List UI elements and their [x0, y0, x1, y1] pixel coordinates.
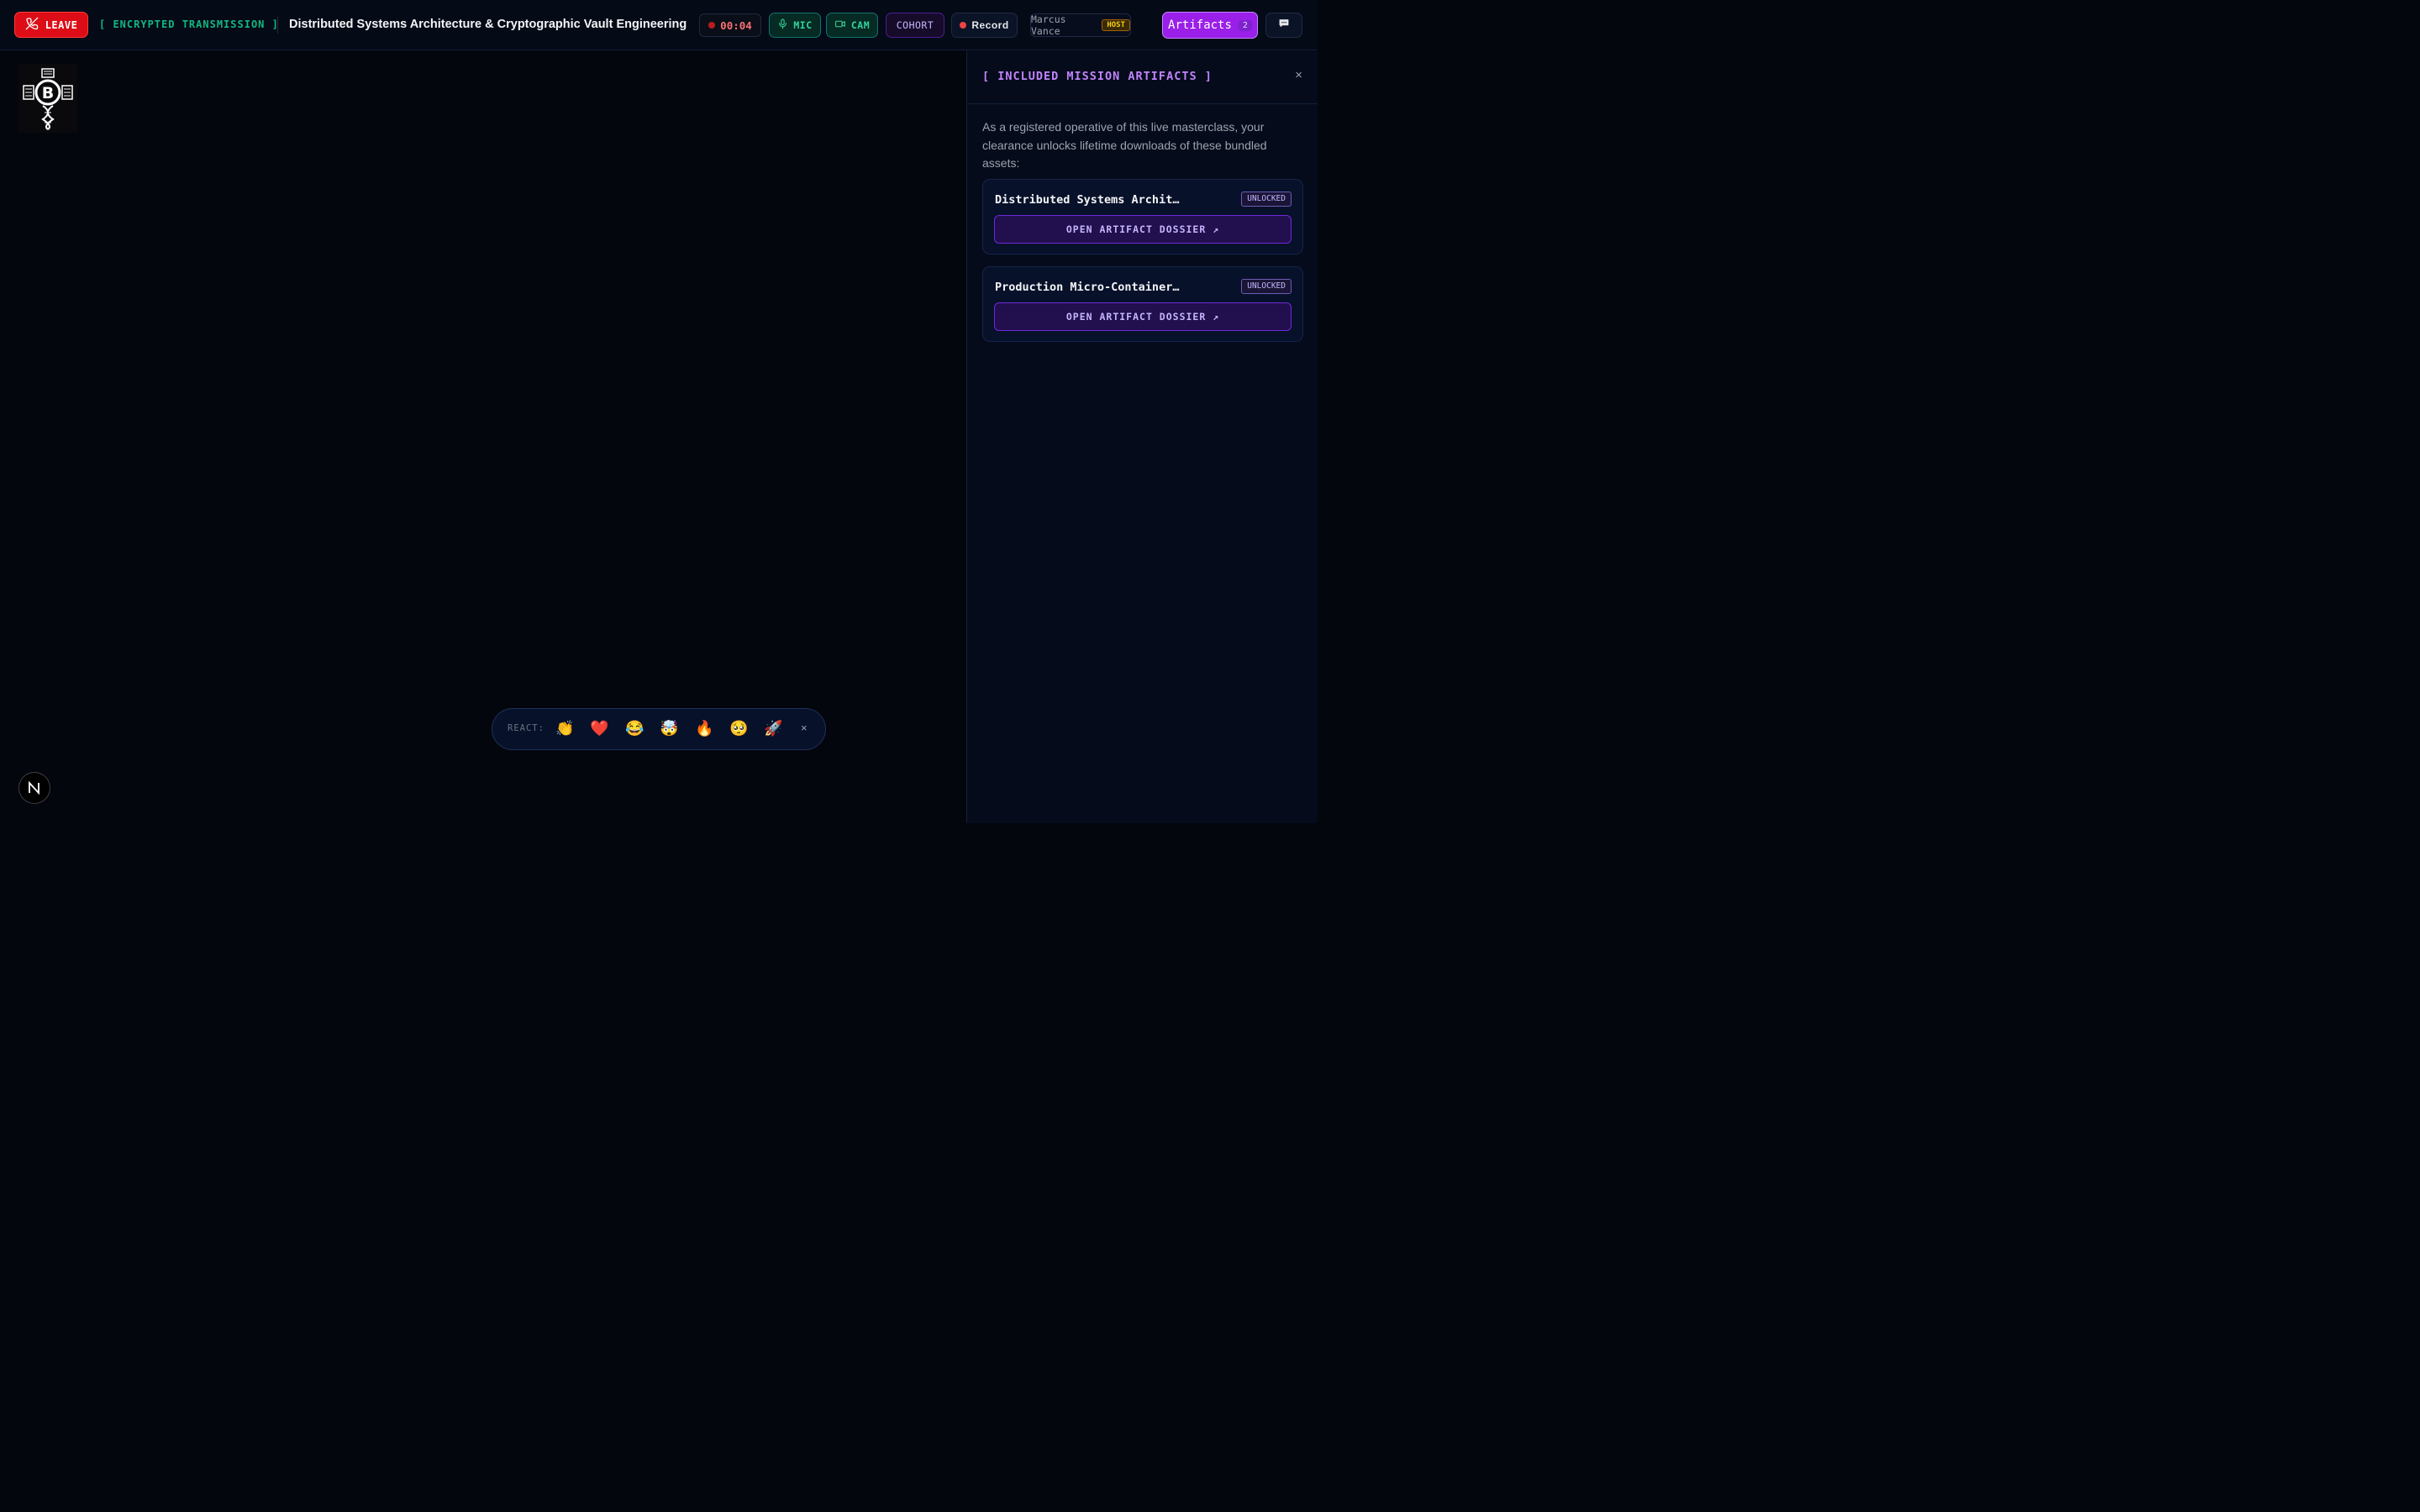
camera-toggle-button[interactable]: CAM	[826, 13, 878, 38]
camera-label: CAM	[850, 19, 871, 31]
timer-value: 00:04	[720, 18, 752, 32]
panel-title: [ INCLUDED MISSION ARTIFACTS ]	[982, 70, 1213, 83]
logo-emblem: B	[18, 64, 77, 133]
reaction-mind-blown[interactable]: 🤯	[660, 719, 678, 738]
artifacts-panel: [ INCLUDED MISSION ARTIFACTS ] × As a re…	[966, 51, 1318, 823]
host-indicator: Marcus Vance HOST	[1030, 13, 1131, 37]
close-reactions-icon[interactable]: ×	[801, 722, 808, 734]
artifact-status-badge: UNLOCKED	[1241, 192, 1292, 207]
open-artifact-button[interactable]: OPEN ARTIFACT DOSSIER ↗	[994, 215, 1292, 244]
panel-description: As a registered operative of this live m…	[982, 120, 1267, 170]
record-dot-icon	[960, 22, 967, 29]
artifact-card: Production Micro-Container… UNLOCKED OPE…	[982, 266, 1303, 342]
divider	[277, 17, 278, 34]
chat-button[interactable]	[1265, 13, 1302, 38]
reaction-rocket[interactable]: 🚀	[764, 719, 782, 738]
artifacts-count-badge: 2	[1238, 19, 1252, 31]
open-artifact-button[interactable]: OPEN ARTIFACT DOSSIER ↗	[994, 302, 1292, 331]
phone-off-icon	[25, 17, 39, 33]
chat-icon	[1278, 18, 1290, 33]
artifacts-label: Artifacts	[1168, 18, 1232, 32]
panel-header: [ INCLUDED MISSION ARTIFACTS ] ×	[967, 51, 1318, 104]
live-dot-icon	[708, 22, 716, 29]
close-icon[interactable]: ×	[1295, 68, 1302, 82]
reaction-laugh[interactable]: 😂	[625, 719, 644, 738]
record-button[interactable]: Record	[951, 13, 1018, 38]
record-label: Record	[971, 19, 1009, 31]
top-bar: LEAVE [ ENCRYPTED TRANSMISSION ] Distrib…	[0, 0, 1318, 50]
mic-toggle-button[interactable]: MIC	[769, 13, 821, 38]
reaction-pleading[interactable]: 🥺	[729, 719, 748, 738]
react-label: REACT:	[508, 723, 544, 733]
reaction-bar: REACT: 👏 ❤️ 😂 🤯 🔥 🥺 🚀 ×	[492, 708, 826, 750]
reaction-clap[interactable]: 👏	[555, 719, 574, 738]
reaction-fire[interactable]: 🔥	[695, 719, 713, 738]
leave-button[interactable]: LEAVE	[14, 12, 88, 38]
mic-icon	[777, 18, 788, 32]
encryption-status: [ ENCRYPTED TRANSMISSION ]	[99, 18, 279, 30]
cohort-button[interactable]: COHORT	[886, 13, 944, 38]
reaction-heart[interactable]: ❤️	[590, 719, 608, 738]
artifact-name: Production Micro-Container…	[995, 281, 1180, 294]
host-badge: HOST	[1102, 19, 1130, 31]
svg-text:B: B	[42, 84, 54, 102]
mic-label: MIC	[793, 19, 813, 31]
artifacts-button[interactable]: Artifacts 2	[1162, 12, 1258, 39]
n-logo-icon[interactable]	[18, 772, 50, 804]
session-timer: 00:04	[699, 13, 761, 37]
artifact-status-badge: UNLOCKED	[1241, 279, 1292, 294]
artifact-card: Distributed Systems Archit… UNLOCKED OPE…	[982, 179, 1303, 255]
camera-icon	[834, 18, 846, 32]
host-name: Marcus Vance	[1031, 13, 1066, 37]
session-title: Distributed Systems Architecture & Crypt…	[289, 18, 687, 31]
artifact-name: Distributed Systems Archit…	[995, 193, 1180, 207]
leave-label: LEAVE	[45, 18, 78, 31]
